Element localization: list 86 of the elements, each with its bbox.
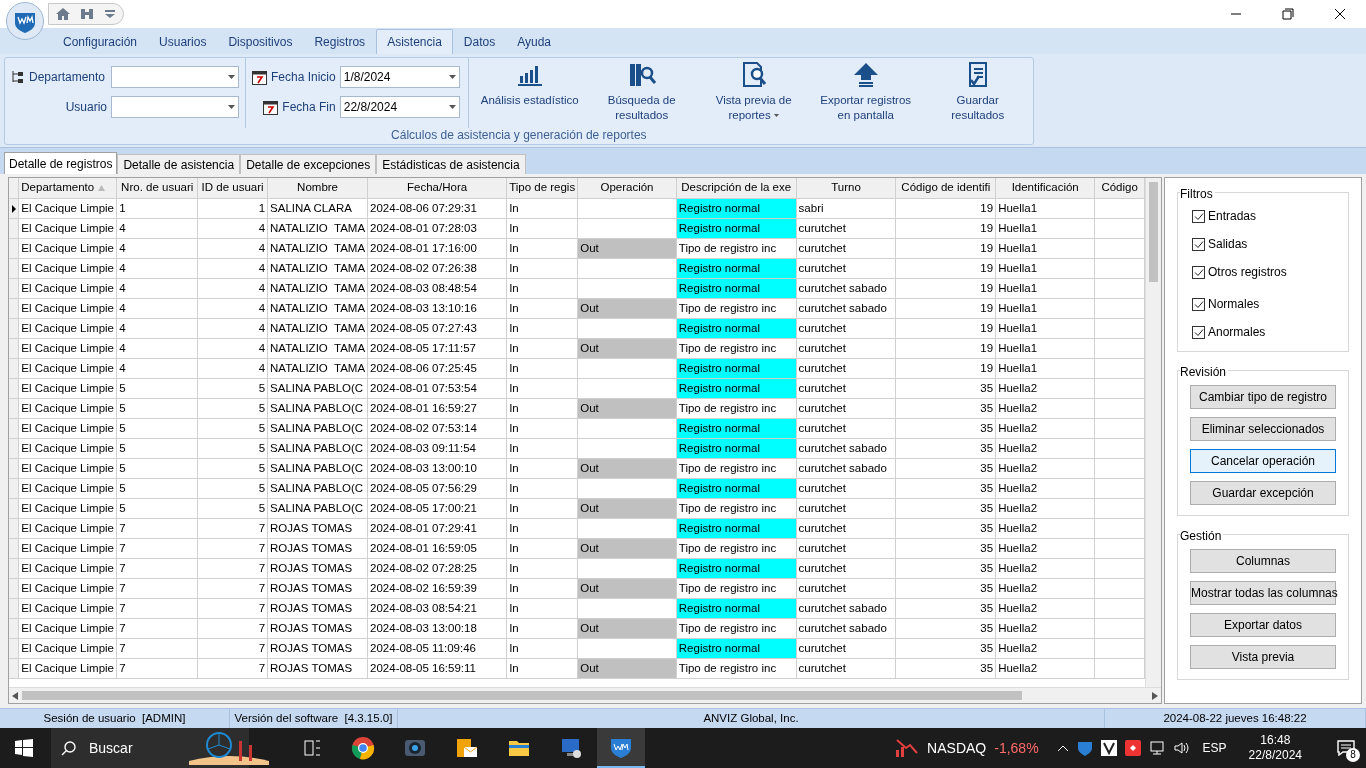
network-icon[interactable] [1148, 740, 1165, 756]
ribbon-tab[interactable]: Configuración [52, 29, 149, 54]
clock[interactable]: 16:48 22/8/2024 [1248, 733, 1302, 763]
department-label: Departamento [29, 69, 107, 86]
ribbon-button[interactable]: Vista previa de reportes [698, 58, 809, 128]
end-date-label: Fecha Fin [282, 99, 336, 116]
checkbox[interactable] [1192, 209, 1205, 223]
search-icon [61, 740, 77, 756]
checkbox[interactable] [1192, 325, 1205, 339]
ribbon-button[interactable]: Análisis estadístico [474, 58, 585, 128]
panel-button[interactable]: Guardar excepción [1190, 481, 1336, 505]
sort-icon [98, 185, 106, 192]
mail-icon[interactable] [455, 736, 479, 760]
calendar-icon [252, 69, 267, 85]
app-logo-icon[interactable] [6, 2, 44, 40]
ribbon-button[interactable]: Guardar resultados [922, 58, 1033, 128]
start-date-label: Fecha Inicio [271, 69, 336, 86]
shield-icon[interactable] [1076, 740, 1093, 756]
browser-icon[interactable] [351, 736, 375, 760]
panel-button[interactable]: Mostrar todas las columnas [1190, 581, 1336, 605]
user-label: Usuario [65, 99, 107, 116]
ferris-wheel-icon [189, 731, 269, 765]
checkbox-label: Normales [1208, 296, 1260, 313]
notification-count: 8 [1346, 748, 1360, 762]
home-icon[interactable] [55, 7, 71, 21]
dropdown-arrow-icon [448, 75, 456, 79]
ribbon-tab[interactable]: Ayuda [506, 29, 562, 54]
vertical-scrollbar[interactable] [1145, 178, 1161, 687]
ribbon-tab[interactable]: Registros [303, 29, 377, 54]
shield-icon [609, 736, 633, 758]
scroll-right-icon[interactable] [1152, 691, 1158, 700]
chevron-up-icon[interactable] [1056, 744, 1069, 752]
volume-icon[interactable] [1172, 740, 1189, 756]
panel-button[interactable]: Eliminar seleccionados [1190, 417, 1336, 441]
checkbox[interactable] [1192, 265, 1205, 279]
view-tab[interactable]: Detalle de asistencia [117, 154, 241, 174]
computer-icon[interactable] [559, 736, 583, 760]
panel-button[interactable]: Cancelar operación [1190, 449, 1336, 473]
maximize-icon[interactable] [1282, 8, 1294, 20]
ribbon-button[interactable]: Exportar registros en pantalla [810, 58, 921, 128]
checkbox-label: Salidas [1208, 236, 1248, 253]
horizontal-scrollbar[interactable] [9, 687, 1161, 703]
taskbar-search[interactable]: Buscar [51, 728, 249, 768]
start-icon[interactable] [15, 739, 33, 757]
row-header[interactable] [9, 198, 19, 218]
ribbon-tab[interactable]: Usuarios [148, 29, 218, 54]
user-dropdown[interactable] [111, 96, 239, 118]
ribbon-group-label: Cálculos de asistencia y generación de reportes [390, 128, 648, 144]
dropdown-icon[interactable] [103, 7, 117, 21]
close-icon[interactable] [1334, 8, 1346, 20]
calendar-icon [263, 99, 279, 115]
ribbon-button[interactable]: Búsqueda de resultados [586, 58, 697, 128]
view-tab[interactable]: Estádisticas de asistencia [376, 154, 526, 174]
tree-icon [11, 70, 25, 84]
checkbox-label: Entradas [1208, 208, 1257, 225]
department-dropdown[interactable] [111, 66, 239, 88]
column-header[interactable]: Turno [831, 181, 861, 194]
app-tray-icon[interactable] [1124, 740, 1141, 756]
checkbox[interactable] [1192, 297, 1205, 311]
scroll-left-icon[interactable] [12, 691, 18, 700]
panel-button[interactable]: Cambiar tipo de registro [1190, 385, 1336, 409]
panel-button[interactable]: Columnas [1190, 549, 1336, 573]
ribbon-tab[interactable]: Dispositivos [217, 29, 304, 54]
app-taskbar-button[interactable] [597, 728, 645, 768]
panel-button[interactable]: Exportar datos [1190, 613, 1336, 637]
stock-name: NASDAQ [927, 738, 987, 758]
notification-icon[interactable] [1337, 740, 1355, 756]
language-indicator[interactable]: ESP [1202, 739, 1227, 757]
end-date-field[interactable]: 22/8/2024 [339, 96, 460, 118]
dropdown-arrow-icon [448, 105, 456, 109]
ribbon-tab[interactable]: Datos [452, 29, 507, 54]
view-tab[interactable]: Detalle de excepciones [240, 154, 377, 174]
current-row-icon [11, 204, 16, 213]
stock-change: -1,68% [994, 738, 1039, 758]
checkbox-label: Anormales [1208, 324, 1266, 341]
dropdown-arrow-icon [773, 114, 779, 118]
checkbox-label: Otros registros [1208, 264, 1287, 281]
ribbon-tab[interactable]: Asistencia [376, 29, 453, 54]
start-date-field[interactable]: 1/8/2024 [339, 66, 460, 88]
dropdown-arrow-icon [228, 75, 235, 79]
dropdown-arrow-icon [228, 105, 235, 109]
view-tab[interactable]: Detalle de registros [4, 152, 118, 174]
panel-button[interactable]: Vista previa [1190, 645, 1336, 669]
stock-down-icon [895, 738, 920, 758]
checkbox[interactable] [1192, 237, 1205, 251]
task-view-icon[interactable] [303, 739, 323, 757]
